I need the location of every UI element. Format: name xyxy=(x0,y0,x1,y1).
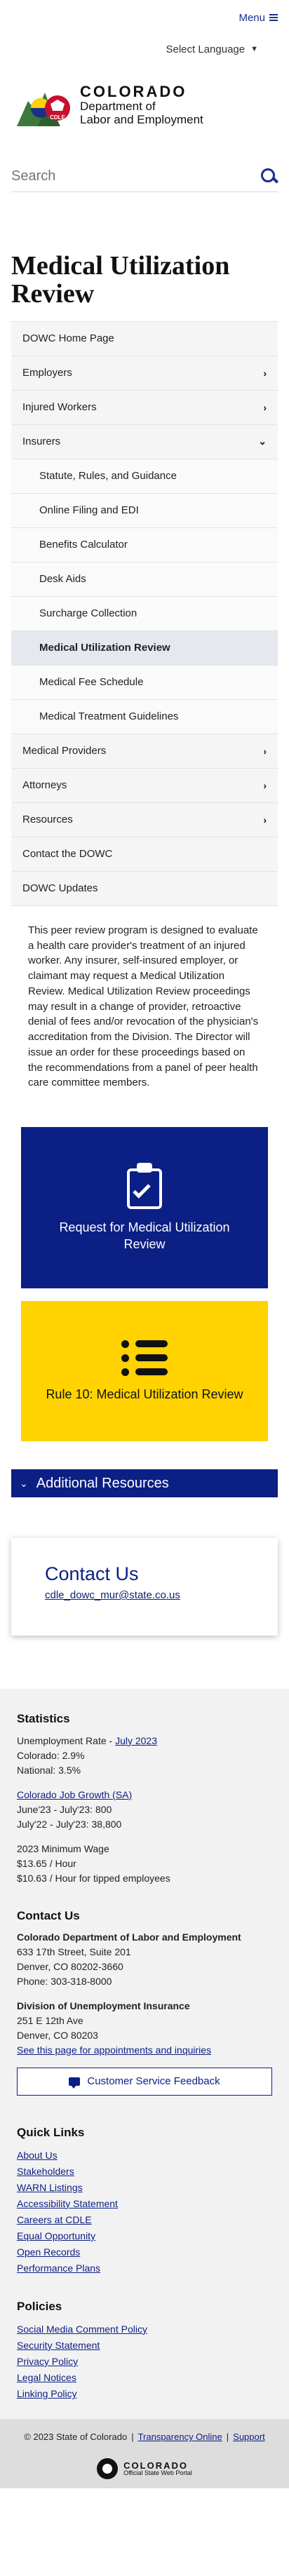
logo-badge-text: CDLE xyxy=(50,114,65,121)
quick-link-warn[interactable]: WARN Listings xyxy=(17,2180,272,2196)
quick-link-careers[interactable]: Careers at CDLE xyxy=(17,2212,272,2228)
additional-resources-toggle[interactable]: ⌄ Additional Resources xyxy=(11,1469,278,1498)
menu-button[interactable]: Menu xyxy=(238,12,278,24)
contact-email-link[interactable]: cdle_dowc_mur@state.co.us xyxy=(45,1589,180,1601)
customer-feedback-button[interactable]: Customer Service Feedback xyxy=(17,2068,272,2096)
nav-item-contact-dowc[interactable]: Contact the DOWC xyxy=(11,837,278,872)
chevron-down-icon: ⌄ xyxy=(258,436,267,447)
state-portal-logo[interactable]: COLORADO Official State Web Portal xyxy=(11,2456,278,2481)
policy-links: Social Media Comment Policy Security Sta… xyxy=(17,2321,272,2402)
search-input[interactable] xyxy=(11,168,222,184)
support-link[interactable]: Support xyxy=(233,2432,265,2442)
minimum-wage-stats: 2023 Minimum Wage $13.65 / Hour $10.63 /… xyxy=(17,1842,170,1884)
nav-subitem-statute-rules[interactable]: Statute, Rules, and Guidance xyxy=(11,459,278,494)
quick-links-heading: Quick Links xyxy=(17,2126,85,2140)
statistics-heading: Statistics xyxy=(17,1712,70,1726)
request-review-label: Request for Medical Utilization Review xyxy=(59,1220,230,1252)
quick-link-accessibility[interactable]: Accessibility Statement xyxy=(17,2196,272,2212)
copyright: © 2023 State of Colorado xyxy=(24,2432,128,2443)
nav-subitem-medical-utilization-review[interactable]: Medical Utilization Review xyxy=(11,630,278,666)
colorado-c-icon xyxy=(97,2458,119,2480)
job-growth-stats: Colorado Job Growth (SA) June'23 - July'… xyxy=(17,1788,133,1830)
unemployment-month-link[interactable]: July 2023 xyxy=(115,1735,157,1746)
nav-item-medical-providers[interactable]: Medical Providers › xyxy=(11,734,278,769)
cdle-logo-icon: CDLE xyxy=(17,80,73,130)
nav-subitem-surcharge[interactable]: Surcharge Collection xyxy=(11,596,278,631)
additional-resources-label: Additional Resources xyxy=(36,1475,169,1491)
chevron-right-icon: › xyxy=(263,401,267,413)
nav-item-dowc-home[interactable]: DOWC Home Page xyxy=(11,321,278,356)
appointments-link[interactable]: See this page for appointments and inqui… xyxy=(17,2044,211,2056)
nav-subitem-medical-fee-schedule[interactable]: Medical Fee Schedule xyxy=(11,665,278,700)
policies-heading: Policies xyxy=(17,2300,62,2314)
quick-link-stakeholders[interactable]: Stakeholders xyxy=(17,2164,272,2180)
transparency-link[interactable]: Transparency Online xyxy=(138,2432,222,2442)
rule10-tile[interactable]: Rule 10: Medical Utilization Review xyxy=(21,1301,268,1442)
brand-text: COLORADO Department of Labor and Employm… xyxy=(80,83,203,127)
quick-link-about[interactable]: About Us xyxy=(17,2147,272,2164)
job-growth-link[interactable]: Colorado Job Growth (SA) xyxy=(17,1789,132,1800)
chat-icon xyxy=(69,2077,81,2089)
chevron-right-icon: › xyxy=(263,779,267,791)
list-icon xyxy=(121,1340,168,1376)
request-review-tile[interactable]: Request for Medical Utilization Review xyxy=(21,1127,268,1289)
nav-item-resources[interactable]: Resources › xyxy=(11,802,278,837)
contact-card-title: Contact Us xyxy=(45,1563,139,1585)
language-selector[interactable]: Select Language ▼ xyxy=(0,35,289,63)
chevron-right-icon: › xyxy=(263,814,267,825)
quick-link-equal-opportunity[interactable]: Equal Opportunity xyxy=(17,2228,272,2244)
top-bar: Menu xyxy=(0,0,289,35)
chevron-right-icon: › xyxy=(263,745,267,757)
nav-item-employers[interactable]: Employers › xyxy=(11,356,278,391)
site-footer: Statistics Unemployment Rate - July 2023… xyxy=(0,1689,289,2420)
chevron-down-icon: ▼ xyxy=(250,45,258,53)
nav-item-attorneys[interactable]: Attorneys › xyxy=(11,768,278,803)
language-label: Select Language xyxy=(166,43,246,55)
nav-subitem-online-filing[interactable]: Online Filing and EDI xyxy=(11,493,278,528)
brand-dept-line1: Department of xyxy=(80,100,156,114)
contact-card: Contact Us cdle_dowc_mur@state.co.us xyxy=(11,1538,278,1636)
quick-links: About Us Stakeholders WARN Listings Acce… xyxy=(17,2147,272,2277)
policy-security[interactable]: Security Statement xyxy=(17,2338,272,2354)
search-icon[interactable] xyxy=(261,168,278,185)
site-brand[interactable]: CDLE COLORADO Department of Labor and Em… xyxy=(0,77,289,133)
footer-contact-heading: Contact Us xyxy=(17,1908,80,1922)
nav-item-dowc-updates[interactable]: DOWC Updates xyxy=(11,871,278,906)
policy-linking[interactable]: Linking Policy xyxy=(17,2386,272,2402)
nav-subitem-benefits-calculator[interactable]: Benefits Calculator xyxy=(11,527,278,562)
quick-link-performance[interactable]: Performance Plans xyxy=(17,2260,272,2277)
page-title: Medical Utilization Review xyxy=(11,251,230,309)
menu-label: Menu xyxy=(238,11,265,24)
nav-subitem-treatment-guidelines[interactable]: Medical Treatment Guidelines xyxy=(11,699,278,734)
policy-legal[interactable]: Legal Notices xyxy=(17,2370,272,2386)
chevron-down-icon: ⌄ xyxy=(20,1477,28,1489)
nav-item-insurers[interactable]: Insurers ⌄ xyxy=(11,424,278,459)
clipboard-check-icon xyxy=(127,1162,162,1209)
policy-privacy[interactable]: Privacy Policy xyxy=(17,2354,272,2370)
search-bar xyxy=(11,161,278,192)
ui-address: Division of Unemployment Insurance 251 E… xyxy=(17,2000,212,2056)
side-navigation: DOWC Home Page Employers › Injured Worker… xyxy=(11,321,278,906)
unemployment-stats: Unemployment Rate - July 2023 Colorado: … xyxy=(17,1734,157,1776)
rule10-label: Rule 10: Medical Utilization Review xyxy=(46,1387,243,1401)
brand-state: COLORADO xyxy=(80,83,187,101)
hamburger-icon xyxy=(269,14,278,21)
quick-link-open-records[interactable]: Open Records xyxy=(17,2244,272,2260)
dept-address: Colorado Department of Labor and Employm… xyxy=(17,1931,241,1988)
bottom-bar: © 2023 State of Colorado | Transparency … xyxy=(0,2419,289,2489)
intro-paragraph: This peer review program is designed to … xyxy=(28,924,259,1089)
nav-item-injured-workers[interactable]: Injured Workers › xyxy=(11,390,278,425)
brand-dept-line2: Labor and Employment xyxy=(80,113,203,127)
nav-subitem-desk-aids[interactable]: Desk Aids xyxy=(11,562,278,597)
chevron-right-icon: › xyxy=(263,367,267,379)
policy-social-media[interactable]: Social Media Comment Policy xyxy=(17,2321,272,2338)
